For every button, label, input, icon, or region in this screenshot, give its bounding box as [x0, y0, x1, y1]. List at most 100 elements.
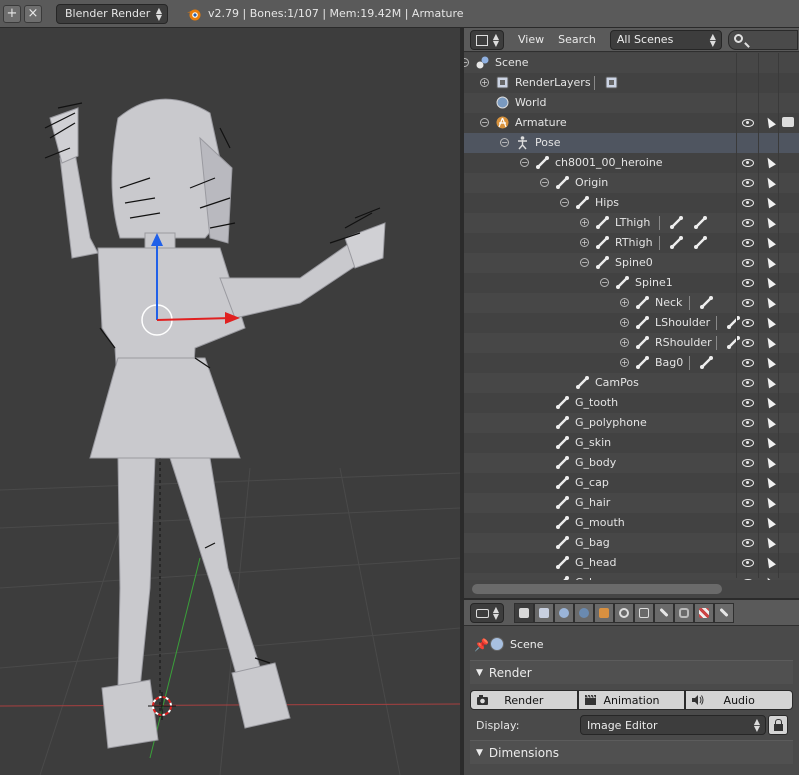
outliner-row[interactable]: − Hips — [464, 193, 799, 213]
outliner-row[interactable]: G_tooth — [464, 393, 799, 413]
expand-icon[interactable]: + — [620, 318, 629, 327]
outliner-row-label[interactable]: Hips — [595, 196, 619, 209]
outliner-row-label[interactable]: Origin — [575, 176, 608, 189]
eye-icon[interactable] — [742, 399, 754, 407]
outliner-row[interactable]: − Armature — [464, 113, 799, 133]
cursor-icon[interactable] — [764, 115, 776, 129]
horizontal-scrollbar[interactable] — [464, 580, 799, 598]
outliner-row[interactable]: G_mouth — [464, 513, 799, 533]
outliner-row[interactable]: G_bag — [464, 533, 799, 553]
display-select[interactable]: Image Editor ▲ ▼ — [580, 715, 766, 735]
eye-icon[interactable] — [742, 199, 754, 207]
outliner-row-label[interactable]: G_hair — [575, 496, 610, 509]
expand-icon[interactable]: + — [580, 238, 589, 247]
tab-object[interactable] — [594, 602, 614, 623]
eye-icon[interactable] — [742, 119, 754, 127]
outliner-row-label[interactable]: Scene — [495, 56, 529, 69]
eye-icon[interactable] — [742, 159, 754, 167]
collapse-icon[interactable]: − — [500, 138, 509, 147]
outliner-row[interactable]: + Bag0 — [464, 353, 799, 373]
outliner-row[interactable]: + LThigh — [464, 213, 799, 233]
outliner-row-label[interactable]: Armature — [515, 116, 567, 129]
outliner-row[interactable]: + RenderLayers — [464, 73, 799, 93]
eye-icon[interactable] — [742, 219, 754, 227]
outliner-row[interactable]: − Origin — [464, 173, 799, 193]
tab-scene[interactable] — [554, 602, 574, 623]
bone-icon[interactable] — [693, 215, 708, 230]
outliner-row[interactable]: + Neck — [464, 293, 799, 313]
3d-viewport[interactable] — [0, 28, 460, 775]
editor-type-button[interactable]: ▲ ▼ — [470, 29, 504, 50]
expand-icon[interactable]: + — [480, 78, 489, 87]
outliner-row-label[interactable]: World — [515, 96, 547, 109]
audio-button[interactable]: Audio — [685, 690, 794, 710]
cursor-icon[interactable] — [764, 195, 776, 209]
render-engine-select[interactable]: Blender Render ▲ ▼ — [56, 3, 168, 24]
outliner-row[interactable]: − Pose — [464, 133, 799, 153]
bone-icon[interactable] — [726, 335, 741, 350]
cursor-icon[interactable] — [764, 315, 776, 329]
collapse-icon[interactable]: − — [600, 278, 609, 287]
tab-world[interactable] — [574, 602, 594, 623]
eye-icon[interactable] — [742, 179, 754, 187]
cursor-icon[interactable] — [764, 235, 776, 249]
eye-icon[interactable] — [742, 259, 754, 267]
outliner-row[interactable]: − Scene — [464, 53, 799, 73]
cursor-icon[interactable] — [764, 395, 776, 409]
cursor-icon[interactable] — [764, 435, 776, 449]
tab-render-layers[interactable] — [534, 602, 554, 623]
outliner-row[interactable]: World — [464, 93, 799, 113]
outliner-row-label[interactable]: CamPos — [595, 376, 639, 389]
bone-icon[interactable] — [669, 215, 684, 230]
bone-icon[interactable] — [693, 235, 708, 250]
eye-icon[interactable] — [742, 319, 754, 327]
tab-armature[interactable] — [634, 602, 654, 623]
collapse-icon[interactable]: − — [480, 118, 489, 127]
collapse-icon[interactable]: − — [464, 58, 469, 67]
expand-icon[interactable]: + — [580, 218, 589, 227]
outliner-row[interactable]: + LShoulder — [464, 313, 799, 333]
outliner-row[interactable]: − Spine1 — [464, 273, 799, 293]
tab-constraints[interactable] — [614, 602, 634, 623]
outliner-row-label[interactable]: LShoulder — [655, 316, 710, 329]
add-screen-button[interactable]: + — [3, 4, 21, 23]
editor-type-button[interactable]: ▲ ▼ — [470, 602, 504, 623]
pin-icon[interactable]: 📌 — [474, 638, 489, 652]
outliner-row[interactable]: G_skin — [464, 433, 799, 453]
outliner-row-label[interactable]: RShoulder — [655, 336, 712, 349]
cursor-icon[interactable] — [764, 475, 776, 489]
bone-icon[interactable] — [669, 235, 684, 250]
eye-icon[interactable] — [742, 479, 754, 487]
outliner-row-label[interactable]: Bag0 — [655, 356, 683, 369]
outliner-row-label[interactable]: G_bag — [575, 536, 610, 549]
bone-icon[interactable] — [726, 315, 741, 330]
cursor-icon[interactable] — [764, 535, 776, 549]
tab-texture[interactable] — [694, 602, 714, 623]
outliner-row-label[interactable]: Spine0 — [615, 256, 653, 269]
collapse-icon[interactable]: − — [560, 198, 569, 207]
eye-icon[interactable] — [742, 459, 754, 467]
outliner-row[interactable]: G_polyphone — [464, 413, 799, 433]
eye-icon[interactable] — [742, 299, 754, 307]
search-input[interactable] — [727, 29, 798, 50]
collapse-icon[interactable]: − — [580, 258, 589, 267]
outliner-row-label[interactable]: G_skin — [575, 436, 611, 449]
eye-icon[interactable] — [742, 239, 754, 247]
outliner-row-label[interactable]: G_mouth — [575, 516, 625, 529]
outliner-row-label[interactable]: LThigh — [615, 216, 650, 229]
outliner-row-label[interactable]: Spine1 — [635, 276, 673, 289]
collapse-icon[interactable]: − — [520, 158, 529, 167]
tab-render[interactable] — [514, 602, 534, 623]
tab-bone-constraints[interactable] — [674, 602, 694, 623]
expand-icon[interactable]: + — [620, 338, 629, 347]
cursor-icon[interactable] — [764, 175, 776, 189]
eye-icon[interactable] — [742, 419, 754, 427]
search-menu[interactable]: Search — [558, 33, 596, 46]
eye-icon[interactable] — [742, 339, 754, 347]
eye-icon[interactable] — [742, 559, 754, 567]
outliner-row[interactable]: + RThigh — [464, 233, 799, 253]
cursor-icon[interactable] — [764, 355, 776, 369]
expand-icon[interactable]: + — [620, 358, 629, 367]
scrollbar-thumb[interactable] — [472, 584, 722, 594]
view-menu[interactable]: View — [518, 33, 544, 46]
